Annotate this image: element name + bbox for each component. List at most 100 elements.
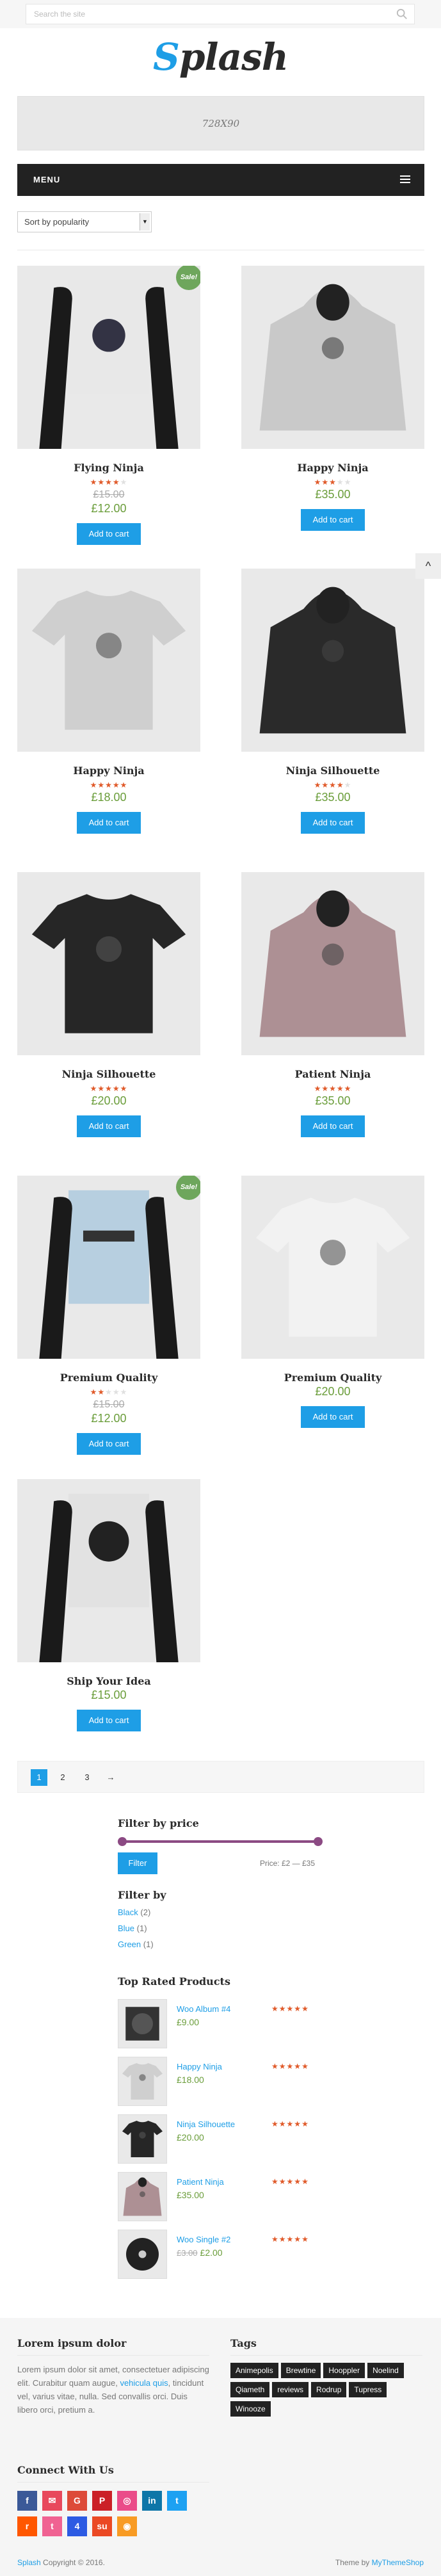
tag-link[interactable]: Tupress (349, 2382, 387, 2397)
top-rated-name[interactable]: Patient Ninja (177, 2177, 224, 2187)
product-title[interactable]: Premium Quality (241, 1372, 424, 1384)
top-rated-name[interactable]: Woo Single #2 (177, 2235, 230, 2244)
product-image[interactable] (241, 872, 424, 1055)
main-menu-toggle[interactable]: MENU (17, 164, 424, 196)
email-icon[interactable]: ✉ (42, 2491, 62, 2511)
rss-icon[interactable]: ◉ (117, 2516, 137, 2536)
tag-link[interactable]: Animepolis (230, 2363, 278, 2378)
top-rated-name[interactable]: Woo Album #4 (177, 2004, 230, 2014)
pinterest-icon[interactable]: P (92, 2491, 112, 2511)
product-title[interactable]: Happy Ninja (241, 462, 424, 474)
product-image[interactable] (17, 1479, 200, 1662)
star-rating: ★★★★★ (271, 2004, 309, 2013)
page-link[interactable]: 2 (54, 1769, 71, 1786)
product-card[interactable]: Sale! Premium Quality ★★★★★ £15.00 £12.00 Add… (17, 1176, 200, 1455)
tag-link[interactable]: Noelind (367, 2363, 404, 2378)
foursquare-icon[interactable]: 4 (67, 2516, 87, 2536)
thumbnail[interactable] (118, 2230, 167, 2279)
product-image[interactable]: Sale! (17, 266, 200, 449)
price-slider[interactable] (118, 1837, 323, 1846)
product-title[interactable]: Patient Ninja (241, 1068, 424, 1080)
product-title[interactable]: Premium Quality (17, 1372, 200, 1384)
tag-link[interactable]: Brewtine (280, 2363, 321, 2378)
product-card[interactable]: Ninja Silhouette ★★★★★ £20.00 Add to cart (17, 872, 200, 1137)
add-to-cart-button[interactable]: Add to cart (77, 1433, 141, 1455)
tag-link[interactable]: reviews (272, 2382, 309, 2397)
twitter-icon[interactable]: t (167, 2491, 187, 2511)
copyright-link[interactable]: Splash (17, 2558, 41, 2567)
product-card[interactable]: Patient Ninja ★★★★★ £35.00 Add to cart (241, 872, 424, 1137)
google-plus-icon[interactable]: G (67, 2491, 87, 2511)
add-to-cart-button[interactable]: Add to cart (301, 1406, 365, 1428)
product-title[interactable]: Ninja Silhouette (241, 765, 424, 777)
price-slider-min-handle[interactable] (118, 1837, 127, 1846)
add-to-cart-button[interactable]: Add to cart (77, 523, 141, 545)
product-image[interactable]: Sale! (17, 1176, 200, 1359)
linkedin-icon[interactable]: in (142, 2491, 162, 2511)
product-card[interactable]: Premium Quality £20.00 Add to cart (241, 1176, 424, 1428)
top-rated-item[interactable]: Woo Single #2 £3.00 £2.00 ★★★★★ (118, 2230, 323, 2287)
top-rated-item[interactable]: Woo Album #4 £9.00 ★★★★★ (118, 1999, 323, 2057)
tag-link[interactable]: Hooppler (323, 2363, 365, 2378)
ad-banner[interactable]: 728X90 (17, 96, 424, 150)
top-rated-name[interactable]: Happy Ninja (177, 2062, 222, 2071)
add-to-cart-button[interactable]: Add to cart (301, 509, 365, 531)
page: { "search": {"placeholder": "Search the … (0, 0, 441, 2576)
filter-option[interactable]: Black (2) (118, 1908, 323, 1917)
top-rated-price: £3.00 £2.00 (177, 2248, 223, 2258)
filter-option[interactable]: Blue (1) (118, 1924, 323, 1933)
page-link[interactable]: 3 (79, 1769, 95, 1786)
page-link[interactable]: 1 (31, 1769, 47, 1786)
tag-link[interactable]: Rodrup (311, 2382, 347, 2397)
search-input[interactable]: Search the site (26, 4, 415, 24)
thumbnail[interactable] (118, 2057, 167, 2106)
dropdown-arrow-icon[interactable]: ▼ (140, 213, 150, 231)
dribbble-icon[interactable]: ◎ (117, 2491, 137, 2511)
add-to-cart-button[interactable]: Add to cart (301, 812, 365, 834)
add-to-cart-button[interactable]: Add to cart (77, 1115, 141, 1137)
add-to-cart-button[interactable]: Add to cart (77, 812, 141, 834)
star-rating: ★★★★★ (314, 781, 352, 790)
product-image[interactable] (241, 266, 424, 449)
product-image[interactable] (241, 569, 424, 752)
top-rated-name[interactable]: Ninja Silhouette (177, 2119, 235, 2129)
thumbnail[interactable] (118, 2114, 167, 2164)
site-logo[interactable]: Splash (0, 35, 441, 79)
tumblr-icon[interactable]: t (42, 2516, 62, 2536)
stumbleupon-icon[interactable]: su (92, 2516, 112, 2536)
reddit-icon[interactable]: r (17, 2516, 37, 2536)
product-title[interactable]: Ninja Silhouette (17, 1068, 200, 1080)
tag-link[interactable]: Qiameth (230, 2382, 270, 2397)
next-page-arrow-icon[interactable]: → (102, 1769, 119, 1786)
product-title[interactable]: Ship Your Idea (17, 1675, 200, 1687)
top-rated-item[interactable]: Patient Ninja £35.00 ★★★★★ (118, 2172, 323, 2230)
product-image[interactable] (17, 569, 200, 752)
add-to-cart-button[interactable]: Add to cart (301, 1115, 365, 1137)
price-slider-max-handle[interactable] (314, 1837, 323, 1846)
product-title[interactable]: Happy Ninja (17, 765, 200, 777)
product-image[interactable] (241, 1176, 424, 1359)
scroll-to-top-button[interactable]: ^ (415, 553, 441, 579)
product-image[interactable] (17, 872, 200, 1055)
product-card[interactable]: Ship Your Idea £15.00 Add to cart (17, 1479, 200, 1731)
facebook-icon[interactable]: f (17, 2491, 37, 2511)
thumbnail[interactable] (118, 1999, 167, 2048)
search-icon[interactable] (396, 8, 408, 20)
hamburger-icon[interactable] (400, 175, 410, 184)
footer-lorem-link[interactable]: vehicula quis (120, 2378, 168, 2388)
product-card[interactable]: Ninja Silhouette ★★★★★ £35.00 Add to cart (241, 569, 424, 834)
divider (230, 2355, 422, 2356)
filter-option[interactable]: Green (1) (118, 1940, 323, 1949)
filter-button[interactable]: Filter (118, 1852, 157, 1874)
sort-select[interactable]: Sort by popularity ▼ (17, 211, 152, 232)
thumbnail[interactable] (118, 2172, 167, 2221)
product-title[interactable]: Flying Ninja (17, 462, 200, 474)
product-card[interactable]: Sale! Flying Ninja ★★★★★ £15.00 £12.00 Add to… (17, 266, 200, 545)
top-rated-item[interactable]: Happy Ninja £18.00 ★★★★★ (118, 2057, 323, 2114)
top-rated-item[interactable]: Ninja Silhouette £20.00 ★★★★★ (118, 2114, 323, 2172)
tag-link[interactable]: Winooze (230, 2401, 271, 2417)
add-to-cart-button[interactable]: Add to cart (77, 1710, 141, 1731)
theme-link[interactable]: MyThemeShop (372, 2558, 424, 2567)
product-card[interactable]: Happy Ninja ★★★★★ £18.00 Add to cart (17, 569, 200, 834)
product-card[interactable]: Happy Ninja ★★★★★ £35.00 Add to cart (241, 266, 424, 531)
